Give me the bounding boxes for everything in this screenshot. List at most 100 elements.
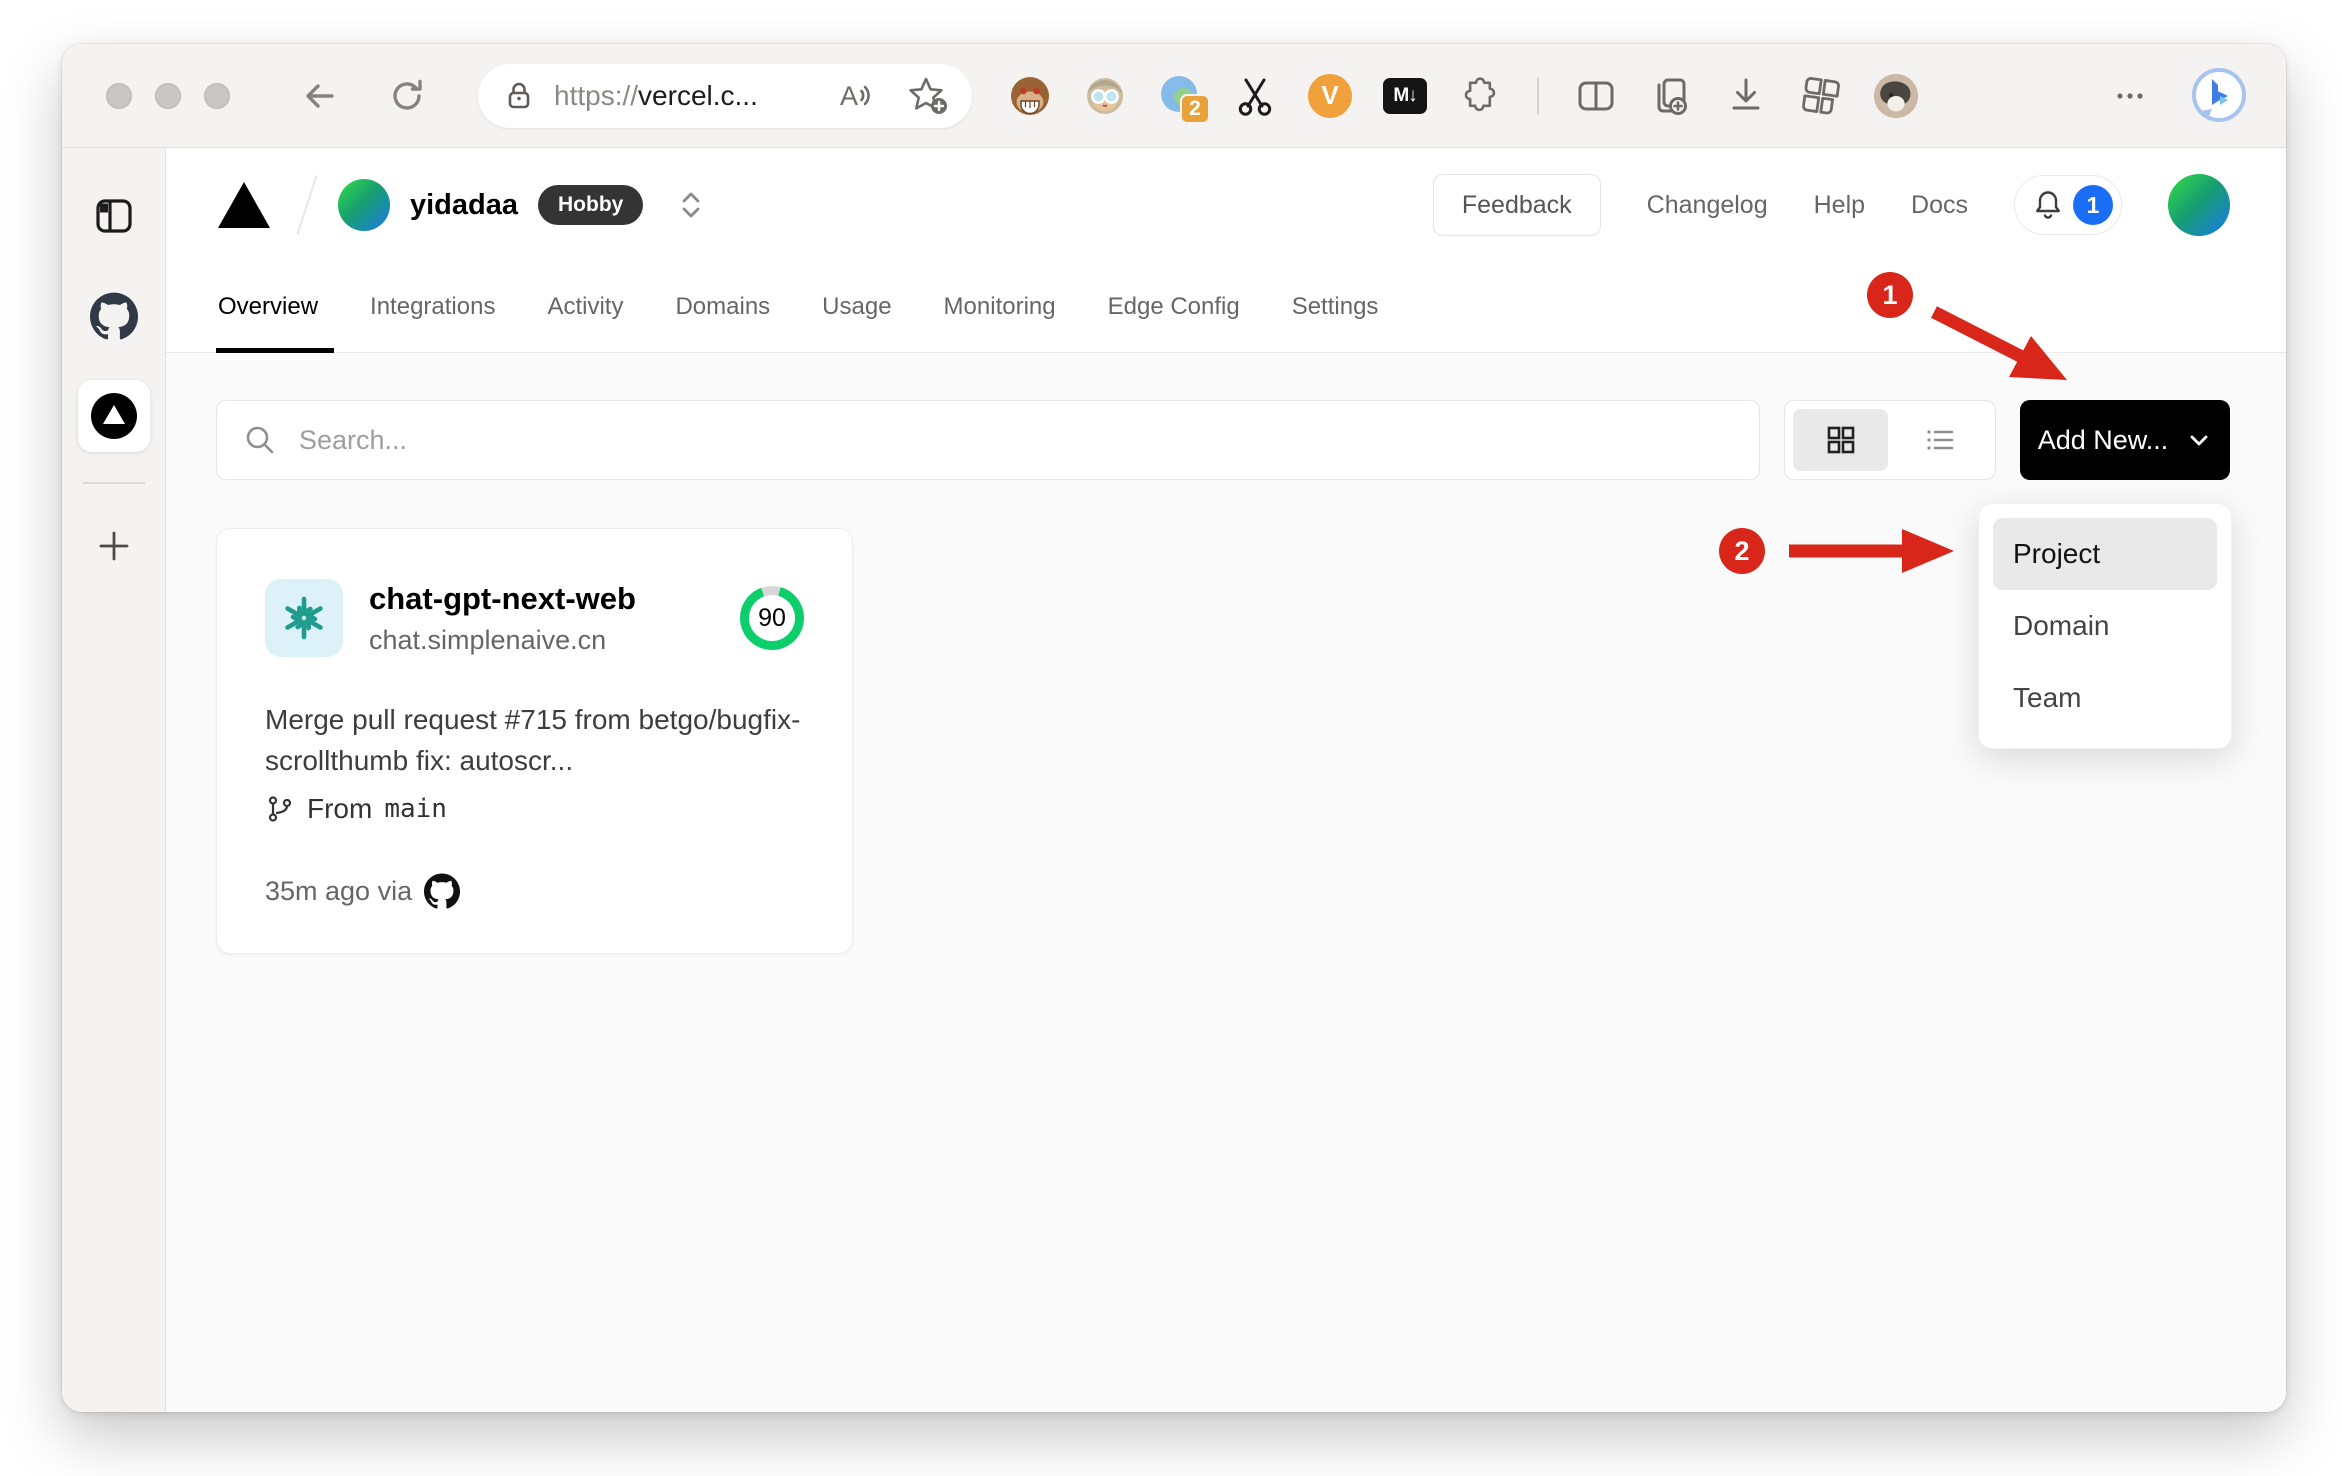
dropdown-item-project[interactable]: Project bbox=[1993, 518, 2217, 590]
branch-prefix: From bbox=[307, 793, 373, 824]
changelog-link[interactable]: Changelog bbox=[1647, 191, 1768, 220]
tab-monitoring[interactable]: Monitoring bbox=[928, 262, 1072, 352]
extension-clipper[interactable] bbox=[1231, 72, 1279, 120]
tab-overview[interactable]: Overview bbox=[216, 262, 335, 353]
window-close-button[interactable] bbox=[106, 82, 132, 109]
grid-view-icon bbox=[1827, 426, 1854, 454]
dropdown-item-domain[interactable]: Domain bbox=[1993, 590, 2217, 662]
deployment-meta: 35m ago via bbox=[265, 873, 804, 909]
scissors-icon bbox=[1238, 78, 1272, 116]
vertical-tab-strip bbox=[62, 148, 166, 1412]
collections-button[interactable] bbox=[1647, 72, 1695, 120]
team-avatar bbox=[338, 179, 390, 231]
notifications-button[interactable]: 1 bbox=[2014, 175, 2122, 235]
branch-name: main bbox=[384, 794, 447, 824]
more-menu-icon[interactable] bbox=[2108, 74, 2152, 118]
svg-text:A: A bbox=[840, 81, 858, 111]
extensions-menu-button[interactable] bbox=[1456, 72, 1504, 120]
window-minimize-button[interactable] bbox=[155, 82, 181, 109]
tab-panel-toggle[interactable] bbox=[78, 180, 150, 252]
markdown-icon: M↓ bbox=[1383, 77, 1427, 114]
extension-v[interactable]: V bbox=[1306, 72, 1354, 120]
workspaces-icon bbox=[1802, 76, 1840, 114]
browser-tab-vercel-active[interactable] bbox=[77, 380, 150, 452]
dashboard-header: yidadaa Hobby Feedback Changelog Help Do… bbox=[166, 148, 2286, 262]
feedback-button[interactable]: Feedback bbox=[1432, 174, 1601, 236]
downloads-button[interactable] bbox=[1722, 72, 1770, 120]
tab-settings[interactable]: Settings bbox=[1276, 262, 1395, 352]
openai-logo-icon bbox=[285, 596, 323, 640]
workspaces-button[interactable] bbox=[1797, 72, 1845, 120]
search-input[interactable] bbox=[299, 424, 1733, 456]
toolbar-separator bbox=[1537, 76, 1539, 115]
tab-edge-config[interactable]: Edge Config bbox=[1092, 262, 1256, 352]
github-icon bbox=[424, 873, 461, 909]
tab-usage[interactable]: Usage bbox=[806, 262, 907, 352]
project-card[interactable]: chat-gpt-next-web chat.simplenaive.cn 90… bbox=[216, 528, 853, 954]
search-box bbox=[216, 400, 1760, 480]
puzzle-icon bbox=[1464, 76, 1496, 111]
lock-icon bbox=[508, 82, 530, 108]
notification-count-badge: 1 bbox=[2073, 185, 2113, 225]
list-view-button[interactable] bbox=[1892, 409, 1987, 471]
split-screen-button[interactable] bbox=[1572, 72, 1620, 120]
tab-integrations[interactable]: Integrations bbox=[354, 262, 511, 352]
chevron-down-icon bbox=[2190, 435, 2208, 446]
user-avatar[interactable] bbox=[2168, 174, 2230, 236]
grid-view-button[interactable] bbox=[1793, 409, 1888, 471]
v-icon: V bbox=[1308, 73, 1352, 118]
extension-markdown[interactable]: M↓ bbox=[1381, 72, 1429, 120]
browser-profile-button[interactable] bbox=[1872, 72, 1920, 120]
browser-tab-github[interactable] bbox=[78, 280, 150, 352]
commit-message[interactable]: Merge pull request #715 from betgo/bugfi… bbox=[265, 699, 804, 781]
refresh-icon bbox=[393, 79, 422, 110]
tab-domains[interactable]: Domains bbox=[659, 262, 786, 352]
header-actions: Feedback Changelog Help Docs 1 bbox=[1432, 174, 2230, 236]
dashboard-nav-tabs: Overview Integrations Activity Domains U… bbox=[166, 262, 2286, 353]
lighthouse-score-value: 90 bbox=[749, 595, 795, 641]
extension-count-badge: 2 bbox=[1180, 93, 1210, 124]
vercel-logo-icon[interactable] bbox=[216, 180, 272, 230]
tab-panel-icon bbox=[95, 199, 132, 233]
bing-chat-icon[interactable] bbox=[2188, 65, 2250, 127]
split-screen-icon bbox=[1578, 81, 1614, 110]
extension-granny[interactable] bbox=[1081, 72, 1129, 120]
vercel-dashboard: yidadaa Hobby Feedback Changelog Help Do… bbox=[166, 148, 2286, 1412]
collections-icon bbox=[1657, 78, 1687, 115]
tab-activity[interactable]: Activity bbox=[531, 262, 639, 352]
plan-badge: Hobby bbox=[538, 185, 644, 225]
dropdown-item-team[interactable]: Team bbox=[1993, 662, 2217, 734]
url-host: vercel.c... bbox=[638, 79, 758, 111]
monkey-icon bbox=[1011, 76, 1049, 115]
search-icon bbox=[246, 426, 274, 454]
window-controls bbox=[106, 82, 230, 109]
overview-content: Add New... bbox=[166, 353, 2286, 1412]
address-bar[interactable]: https://vercel.c... A bbox=[478, 63, 972, 128]
add-new-dropdown: Project Domain Team bbox=[1978, 503, 2232, 749]
team-selector-button[interactable] bbox=[679, 187, 703, 223]
toolbar-right bbox=[2108, 65, 2250, 127]
help-link[interactable]: Help bbox=[1814, 191, 1865, 220]
github-favicon-icon bbox=[89, 292, 138, 340]
window-zoom-button[interactable] bbox=[204, 82, 230, 109]
docs-link[interactable]: Docs bbox=[1911, 191, 1968, 220]
refresh-button[interactable] bbox=[384, 73, 430, 119]
browser-toolbar: https://vercel.c... A 2 V M↓ bbox=[62, 44, 2286, 148]
breadcrumb-slash bbox=[296, 175, 318, 235]
deployed-time: 35m ago via bbox=[265, 875, 413, 906]
download-icon bbox=[1732, 78, 1760, 109]
read-aloud-icon[interactable]: A bbox=[838, 76, 880, 116]
back-button[interactable] bbox=[296, 73, 342, 119]
extensions-row: 2 V M↓ bbox=[1006, 72, 1920, 124]
add-new-label: Add New... bbox=[2037, 424, 2169, 455]
favorites-add-icon[interactable] bbox=[906, 75, 950, 117]
project-favicon bbox=[265, 579, 343, 657]
team-switcher[interactable]: yidadaa Hobby bbox=[338, 179, 703, 231]
project-name[interactable]: chat-gpt-next-web bbox=[369, 581, 636, 617]
project-domain[interactable]: chat.simplenaive.cn bbox=[369, 625, 636, 656]
new-tab-button[interactable] bbox=[78, 510, 150, 582]
bell-icon bbox=[2036, 191, 2060, 219]
extension-tampermonkey[interactable] bbox=[1006, 72, 1054, 120]
extension-proxy[interactable]: 2 bbox=[1156, 72, 1210, 124]
add-new-button[interactable]: Add New... bbox=[2020, 400, 2230, 480]
